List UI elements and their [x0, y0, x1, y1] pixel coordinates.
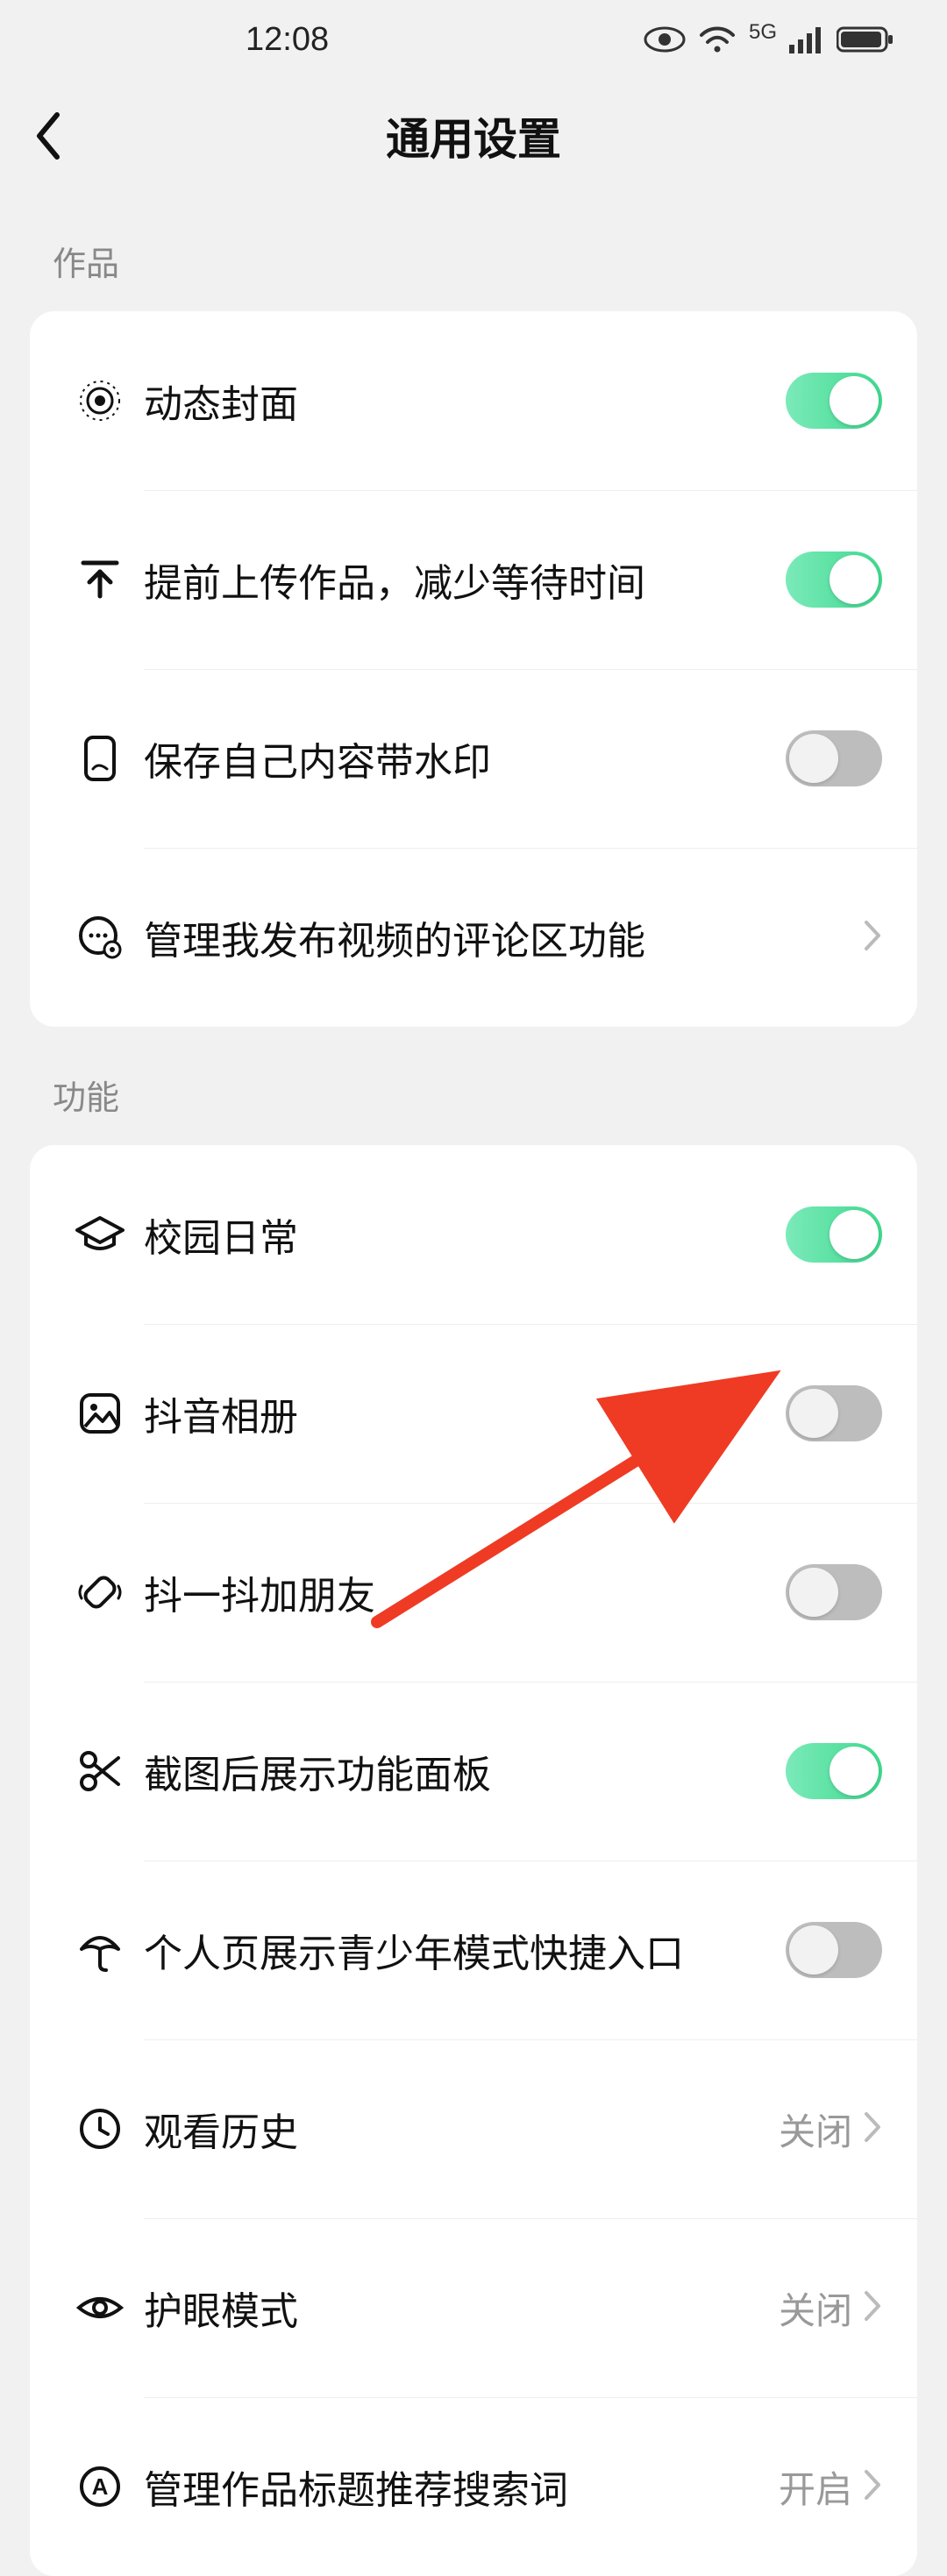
chevron-right-icon — [863, 919, 882, 957]
toggle-dynamic-cover[interactable] — [786, 373, 882, 429]
chevron-right-icon — [863, 2468, 882, 2506]
image-icon — [56, 1390, 144, 1437]
clock-icon — [56, 2106, 144, 2152]
row-label: 个人页展示青少年模式快捷入口 — [144, 1922, 786, 1978]
row-manage-search-terms[interactable]: A 管理作品标题推荐搜索词 开启 — [30, 2397, 917, 2576]
row-label: 动态封面 — [144, 373, 786, 429]
network-label: 5G — [749, 20, 777, 45]
row-campus-daily[interactable]: 校园日常 — [30, 1145, 917, 1324]
header: 通用设置 — [0, 79, 947, 193]
row-shake-friend[interactable]: 抖一抖加朋友 — [30, 1503, 917, 1682]
row-label: 抖音相册 — [144, 1385, 786, 1441]
row-douyin-album[interactable]: 抖音相册 — [30, 1324, 917, 1503]
toggle-shake-friend[interactable] — [786, 1564, 882, 1620]
card-works: 动态封面 提前上传作品，减少等待时间 保存自己内容带水印 管理我发布视频的评论区… — [30, 311, 917, 1027]
toggle-campus-daily[interactable] — [786, 1206, 882, 1263]
row-manage-comments[interactable]: 管理我发布视频的评论区功能 — [30, 848, 917, 1027]
upload-icon — [56, 556, 144, 603]
row-value: 关闭 — [779, 2103, 852, 2156]
chevron-right-icon — [863, 2110, 882, 2148]
phone-icon — [56, 734, 144, 783]
row-save-watermark[interactable]: 保存自己内容带水印 — [30, 669, 917, 848]
row-value: 开启 — [779, 2460, 852, 2514]
shake-icon — [56, 1569, 144, 1616]
row-screenshot-panel[interactable]: 截图后展示功能面板 — [30, 1682, 917, 1861]
row-label: 截图后展示功能面板 — [144, 1743, 786, 1799]
row-label: 保存自己内容带水印 — [144, 730, 786, 786]
status-time: 12:08 — [246, 21, 329, 59]
toggle-teen-mode-entry[interactable] — [786, 1922, 882, 1978]
eye-icon — [56, 2290, 144, 2325]
row-label: 提前上传作品，减少等待时间 — [144, 551, 786, 608]
row-label: 管理作品标题推荐搜索词 — [144, 2459, 779, 2515]
a-badge-icon: A — [56, 2464, 144, 2509]
wifi-icon — [698, 25, 737, 54]
status-icons: 5G — [644, 25, 894, 54]
row-label: 校园日常 — [144, 1206, 786, 1263]
comment-settings-icon — [56, 913, 144, 962]
section-label-works: 作品 — [0, 193, 947, 311]
row-eye-protection[interactable]: 护眼模式 关闭 — [30, 2218, 917, 2397]
section-label-features: 功能 — [0, 1027, 947, 1145]
toggle-save-watermark[interactable] — [786, 730, 882, 786]
svg-text:A: A — [92, 2473, 109, 2500]
status-bar: 12:08 5G — [0, 0, 947, 79]
card-features: 校园日常 抖音相册 抖一抖加朋友 截图后展示功能面板 个人页展示青少年模式快捷入… — [30, 1145, 917, 2576]
row-value: 关闭 — [779, 2281, 852, 2335]
row-label: 管理我发布视频的评论区功能 — [144, 909, 863, 965]
chevron-right-icon — [863, 2289, 882, 2327]
toggle-douyin-album[interactable] — [786, 1385, 882, 1441]
umbrella-icon — [56, 1926, 144, 1974]
row-label: 抖一抖加朋友 — [144, 1564, 786, 1620]
eye-icon — [644, 26, 686, 53]
battery-icon — [837, 25, 894, 53]
toggle-preupload[interactable] — [786, 551, 882, 608]
row-teen-mode-entry[interactable]: 个人页展示青少年模式快捷入口 — [30, 1861, 917, 2039]
row-watch-history[interactable]: 观看历史 关闭 — [30, 2039, 917, 2218]
row-dynamic-cover[interactable]: 动态封面 — [30, 311, 917, 490]
scissors-icon — [56, 1747, 144, 1795]
toggle-screenshot-panel[interactable] — [786, 1743, 882, 1799]
signal-icon — [789, 25, 824, 53]
row-label: 护眼模式 — [144, 2280, 779, 2336]
row-preupload[interactable]: 提前上传作品，减少等待时间 — [30, 490, 917, 669]
target-icon — [56, 376, 144, 425]
graduation-cap-icon — [56, 1213, 144, 1256]
row-label: 观看历史 — [144, 2101, 779, 2157]
chevron-left-icon — [31, 110, 66, 162]
back-button[interactable] — [0, 79, 96, 193]
page-title: 通用设置 — [0, 104, 947, 167]
